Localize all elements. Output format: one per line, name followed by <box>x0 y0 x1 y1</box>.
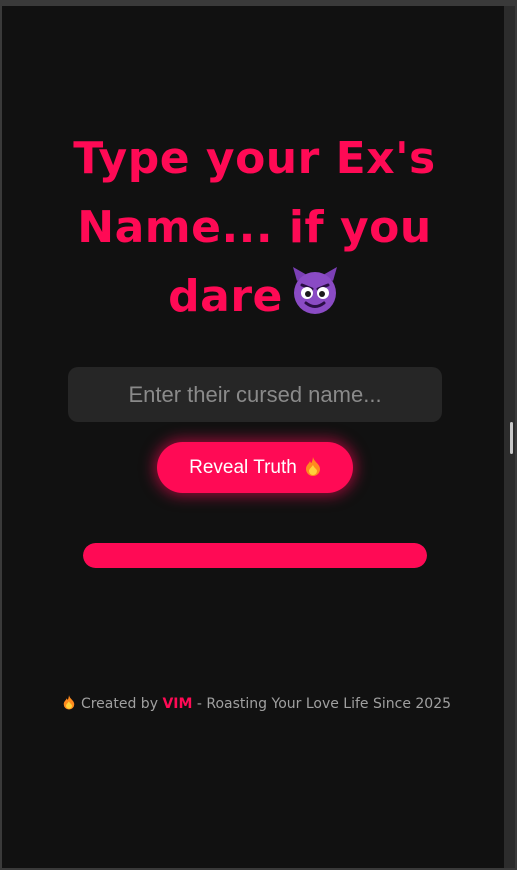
scrollbar[interactable] <box>504 6 515 868</box>
scrollbar-thumb[interactable] <box>510 422 513 454</box>
reveal-truth-button[interactable]: Reveal Truth <box>157 442 353 493</box>
footer: Created by VIM - Roasting Your Love Life… <box>12 694 502 714</box>
app-window: Type your Ex's Name... if you dare Revea… <box>0 0 517 870</box>
page-title-text: Type your Ex's Name... if you dare <box>73 133 436 322</box>
ex-name-input[interactable] <box>68 367 442 422</box>
smiling-devil-icon <box>289 265 341 337</box>
progress-bar <box>83 543 427 568</box>
page-title: Type your Ex's Name... if you dare <box>22 124 487 337</box>
footer-prefix: Created by <box>80 696 158 712</box>
progress-bar-fill <box>83 543 427 568</box>
reveal-truth-label: Reveal Truth <box>189 456 297 478</box>
footer-author: VIM <box>162 696 193 712</box>
fire-icon <box>305 456 321 480</box>
footer-suffix: - Roasting Your Love Life Since 2025 <box>196 696 452 712</box>
fire-icon <box>63 694 75 714</box>
